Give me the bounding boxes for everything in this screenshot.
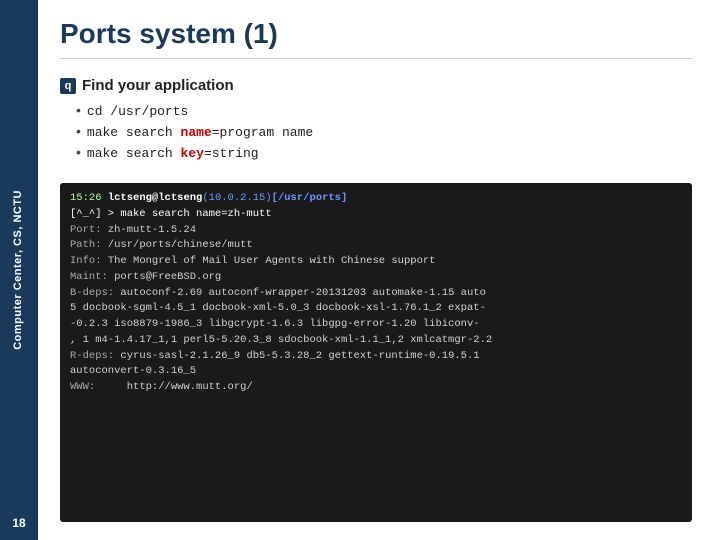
q-icon: q (60, 78, 76, 94)
bullet-name-text: make search name=program name (87, 125, 313, 140)
terminal-line-2: [^_^] > make search name=zh-mutt (70, 207, 682, 223)
terminal-line-8: 5 docbook-sgml-4.5_1 docbook-xml-5.0_3 d… (70, 301, 682, 317)
section-heading-text: Find your application (82, 77, 234, 94)
bullet-item-name: make search name=program name (76, 123, 692, 140)
section-heading: q Find your application (60, 77, 692, 94)
terminal-line-13: WWW: http://www.mutt.org/ (70, 380, 682, 396)
terminal-line-1: 15:26 lctseng@lctseng(10.0.2.15)[/usr/po… (70, 191, 682, 207)
bullet-item-cd: cd /usr/ports (76, 102, 692, 119)
bullet-key-text: make search key=string (87, 146, 259, 161)
terminal-line-4: Path: /usr/ports/chinese/mutt (70, 238, 682, 254)
bullet-list: cd /usr/ports make search name=program n… (60, 102, 692, 161)
sidebar: Computer Center, CS, NCTU 18 (0, 0, 38, 540)
bullet-cd-text: cd /usr/ports (87, 104, 188, 119)
terminal-line-10: , 1 m4-1.4.17_1,1 perl5-5.20.3_8 sdocboo… (70, 333, 682, 349)
keyword-name: name (181, 125, 212, 140)
sidebar-label: Computer Center, CS, NCTU (11, 190, 26, 350)
terminal-line-7: B-deps: autoconf-2.69 autoconf-wrapper-2… (70, 286, 682, 302)
page-title: Ports system (1) (60, 18, 692, 59)
terminal-line-9: -0.2.3 iso8879-1986_3 libgcrypt-1.6.3 li… (70, 317, 682, 333)
main-content: Ports system (1) q Find your application… (38, 0, 720, 540)
terminal-line-12: autoconvert-0.3.16_5 (70, 364, 682, 380)
bullet-item-key: make search key=string (76, 144, 692, 161)
terminal-line-6: Maint: ports@FreeBSD.org (70, 270, 682, 286)
terminal-block: 15:26 lctseng@lctseng(10.0.2.15)[/usr/po… (60, 183, 692, 522)
keyword-key: key (181, 146, 204, 161)
terminal-line-5: Info: The Mongrel of Mail User Agents wi… (70, 254, 682, 270)
page-number: 18 (12, 516, 25, 530)
terminal-line-11: R-deps: cyrus-sasl-2.1.26_9 db5-5.3.28_2… (70, 349, 682, 365)
terminal-line-3: Port: zh-mutt-1.5.24 (70, 223, 682, 239)
find-application-section: q Find your application cd /usr/ports ma… (60, 77, 692, 171)
